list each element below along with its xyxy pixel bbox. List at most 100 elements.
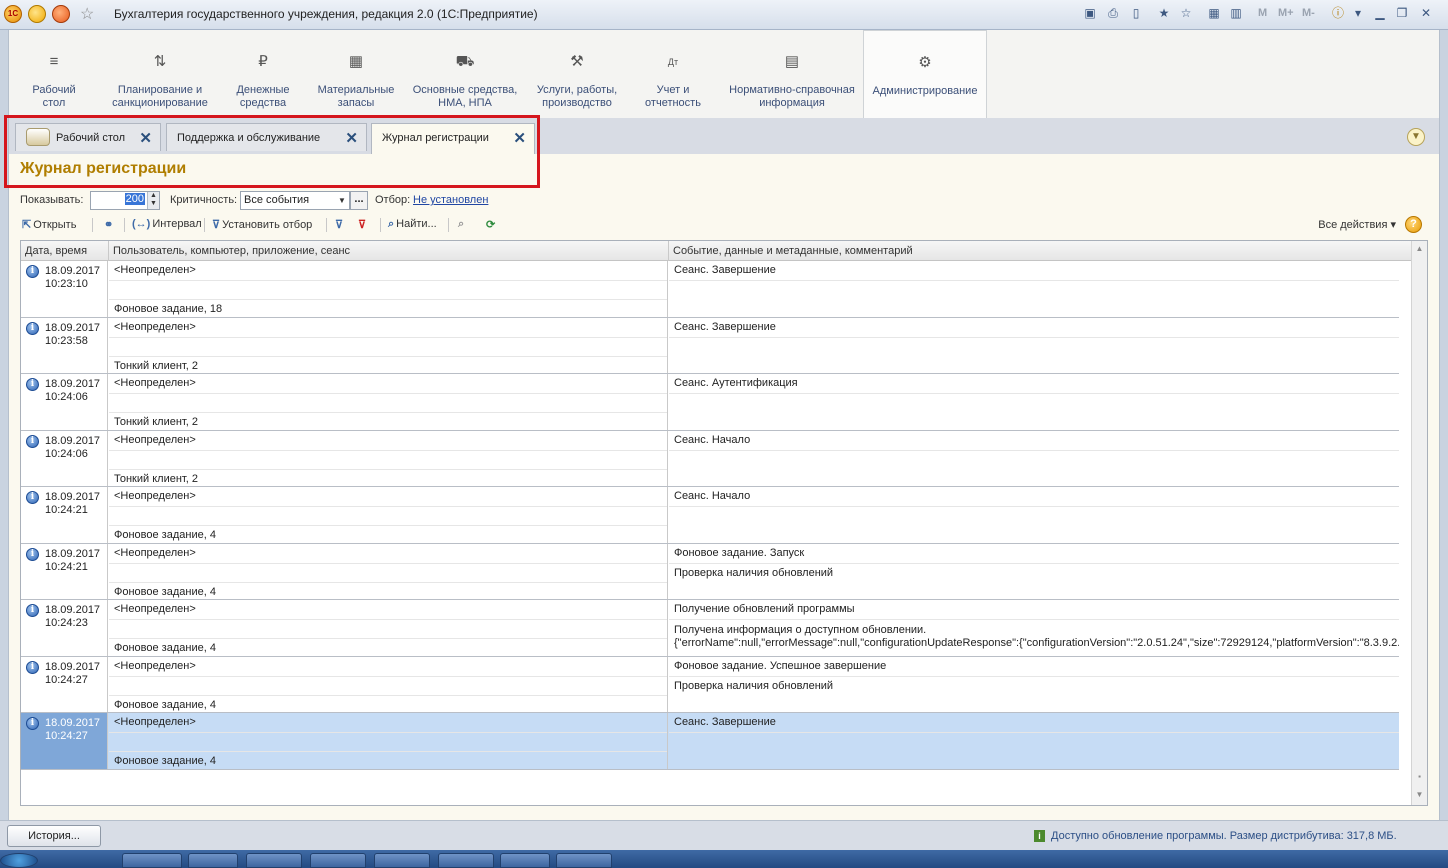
time-value: 10:23:58 — [45, 334, 88, 347]
section-planning[interactable]: ⇅ Планирование и санкционирование — [105, 30, 215, 118]
section-label: Основные средства, НМА, НПА — [412, 84, 518, 109]
section-administration[interactable]: ⚙ Администрирование — [863, 30, 987, 118]
tab-desktop[interactable]: Рабочий стол ✕ — [15, 123, 161, 151]
print-icon[interactable]: ⎙ — [1105, 5, 1121, 21]
info-icon: i — [26, 434, 39, 448]
history-button[interactable]: История... — [7, 825, 101, 847]
taskbar-item[interactable] — [310, 853, 366, 868]
favorites-add-icon[interactable]: ★ — [1156, 5, 1172, 21]
open-button[interactable]: ⇱ Открыть — [22, 218, 76, 231]
section-fixed-assets[interactable]: ⛟ Основные средства, НМА, НПА — [409, 30, 521, 118]
datetime: 18.09.2017 10:23:10 — [45, 265, 100, 291]
column-header-date[interactable]: Дата, время — [21, 241, 109, 261]
set-filter-button[interactable]: ⊽ Установить отбор — [212, 218, 312, 231]
table-row[interactable]: i 18.09.2017 10:23:10 <Неопределен> Фоновое … — [21, 261, 1399, 318]
chevron-down-icon[interactable]: ▼ — [335, 192, 349, 209]
date-value: 18.09.2017 — [45, 604, 101, 616]
close-tab-icon[interactable]: ✕ — [345, 129, 358, 147]
spin-icon[interactable]: ▲ ▼ — [147, 192, 159, 209]
event-value: Получение обновлений программы — [674, 603, 855, 615]
memory-m-button[interactable]: M — [1258, 7, 1267, 19]
date-cell: i 18.09.2017 10:23:10 — [21, 261, 108, 317]
table-row[interactable]: i 18.09.2017 10:24:06 <Неопределен> Тонкий к… — [21, 430, 1399, 487]
taskbar-item[interactable] — [374, 853, 430, 868]
section-label: Денежные средства — [236, 84, 290, 109]
section-accounting[interactable]: Дт Учет и отчетность — [637, 30, 709, 118]
scroll-down-icon[interactable]: ▼ — [1412, 787, 1427, 803]
help-button[interactable]: ? — [1405, 216, 1422, 233]
interval-button[interactable]: (↔) Интервал — [132, 218, 202, 230]
show-count-input[interactable]: 200 ▲ ▼ — [90, 191, 160, 210]
tab-event-log[interactable]: Журнал регистрации ✕ — [371, 123, 535, 154]
table-row[interactable]: i 18.09.2017 10:24:06 <Неопределен> Тонкий к… — [21, 374, 1399, 431]
scroll-up-icon[interactable]: ▲ — [1412, 241, 1427, 257]
table-row[interactable]: i 18.09.2017 10:24:27 <Неопределен> Фоновое … — [21, 713, 1399, 770]
app-logo-icon[interactable]: 1C — [4, 5, 22, 23]
user-value: <Неопределен> — [114, 377, 196, 389]
column-header-event[interactable]: Событие, данные и метаданные, комментари… — [669, 241, 1411, 261]
close-tab-icon[interactable]: ✕ — [513, 129, 526, 147]
memory-plus-button[interactable]: M+ — [1278, 7, 1294, 19]
scroll-handle[interactable]: ▪ — [1412, 769, 1427, 785]
memory-minus-button[interactable]: M- — [1302, 7, 1315, 19]
taskbar-item[interactable] — [500, 853, 550, 868]
cancel-search-button[interactable]: ⌕ — [458, 218, 466, 231]
event-data — [669, 506, 1399, 543]
filter-label: Отбор: — [375, 194, 411, 206]
favorites-star-icon[interactable]: ☆ — [80, 4, 94, 23]
filter-link[interactable]: Не установлен — [413, 194, 488, 206]
section-inventory[interactable]: ▦ Материальные запасы — [311, 30, 401, 118]
user-cell: <Неопределен> Фоновое задание, 4 — [109, 600, 668, 656]
taskbar-item[interactable] — [188, 853, 238, 868]
info-icon: i — [26, 265, 39, 278]
section-services[interactable]: ⚒ Услуги, работы, производство — [529, 30, 625, 118]
session-button[interactable]: ⚭ — [104, 218, 115, 231]
find-button[interactable]: ⌕ Найти... — [388, 218, 437, 231]
calendar-icon[interactable]: ▥ — [1228, 5, 1244, 21]
time-value: 10:24:21 — [45, 504, 88, 516]
taskbar-item[interactable] — [122, 853, 182, 868]
date-value: 18.09.2017 — [45, 660, 101, 673]
taskbar-item[interactable] — [556, 853, 612, 868]
info-icon[interactable]: ⓘ — [1330, 5, 1346, 21]
taskbar-item[interactable] — [438, 853, 494, 868]
section-money[interactable]: ₽ Денежные средства — [223, 30, 303, 118]
all-actions-menu[interactable]: Все действия ▾ — [1318, 218, 1396, 231]
vertical-scrollbar[interactable]: ▲ ▪ ▼ — [1411, 241, 1427, 805]
update-message[interactable]: Доступно обновление программы. Размер ди… — [1051, 830, 1397, 842]
preview-icon[interactable]: ▯ — [1128, 5, 1144, 21]
favorites-icon[interactable]: ☆ — [1178, 5, 1194, 21]
section-desktop[interactable]: ≡ Рабочий стол — [19, 30, 89, 118]
minimize-icon[interactable]: ▁ — [1372, 5, 1388, 21]
dropdown-arrow-icon[interactable]: ▾ — [1350, 5, 1366, 21]
calculator-icon[interactable]: ▦ — [1206, 5, 1222, 21]
time-value: 10:24:23 — [45, 617, 88, 629]
taskbar-item[interactable] — [246, 853, 302, 868]
table-row[interactable]: i 18.09.2017 10:24:21 <Неопределен> Фоновое … — [21, 487, 1399, 544]
column-header-user[interactable]: Пользователь, компьютер, приложение, сеа… — [109, 241, 669, 261]
start-button[interactable] — [0, 853, 38, 868]
refresh-button[interactable]: ⟳ — [486, 218, 497, 231]
close-tab-icon[interactable]: ✕ — [139, 129, 152, 147]
tab-support[interactable]: Поддержка и обслуживание ✕ — [166, 123, 367, 151]
filter-by-value-button[interactable]: ⊽ — [335, 218, 345, 231]
save-icon[interactable]: ▣ — [1082, 5, 1098, 21]
restore-icon[interactable]: ❐ — [1394, 5, 1410, 21]
section-reference[interactable]: ▤ Нормативно-справочная информация — [727, 30, 857, 118]
clear-filter-button[interactable]: ⊽ — [358, 218, 368, 231]
datetime: 18.09.2017 10:24:23 — [45, 604, 100, 630]
criticality-select[interactable]: Все события ▼ — [240, 191, 350, 210]
close-icon[interactable]: ✕ — [1418, 5, 1434, 21]
table-row[interactable]: i 18.09.2017 10:24:27 <Неопределен> Фоновое … — [21, 656, 1399, 713]
criticality-choose-button[interactable]: ... — [350, 191, 368, 210]
time-value: 10:24:21 — [45, 560, 88, 573]
info-icon: i — [26, 321, 39, 335]
table-row[interactable]: i 18.09.2017 10:24:21 <Неопределен> Фоновое … — [21, 543, 1399, 600]
expand-panel-icon[interactable]: ▼ — [1407, 128, 1425, 146]
tab-label: Журнал регистрации — [382, 132, 489, 144]
table-row[interactable]: i 18.09.2017 10:24:23 <Неопределен> Фоновое … — [21, 600, 1399, 657]
table-row[interactable]: i 18.09.2017 10:23:58 <Неопределен> Тонкий к… — [21, 317, 1399, 374]
computer-value — [109, 280, 667, 299]
main-menu-button[interactable] — [28, 5, 46, 23]
home-button[interactable] — [52, 5, 70, 23]
